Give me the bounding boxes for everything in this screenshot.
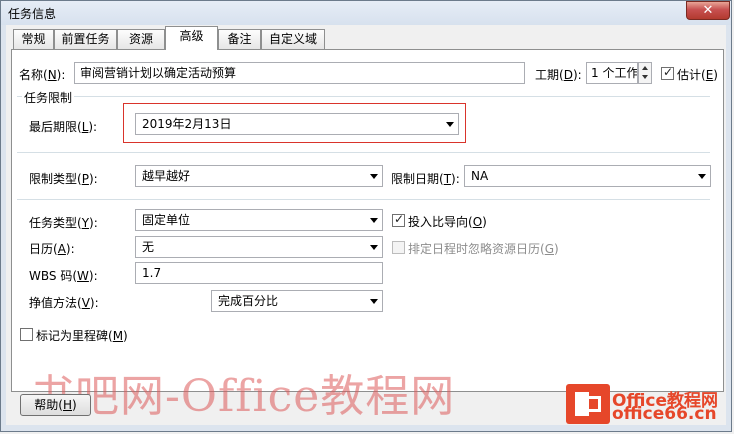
spin-down-icon[interactable]: [642, 75, 648, 79]
close-icon: ✕: [702, 3, 714, 18]
help-button[interactable]: 帮助(H): [20, 394, 91, 416]
task-type-select[interactable]: 固定单位: [135, 209, 383, 231]
tab-notes[interactable]: 备注: [218, 29, 261, 49]
spin-up-icon[interactable]: [642, 66, 648, 70]
ignore-resource-calendar-checkbox[interactable]: [392, 241, 405, 254]
calendar-select[interactable]: 无: [135, 236, 383, 258]
title-bar[interactable]: [1, 1, 731, 25]
watermark-text: 书吧网-Office教程网: [30, 371, 456, 422]
constraint-date-select[interactable]: NA: [464, 165, 711, 187]
milestone-checkbox[interactable]: [20, 328, 33, 341]
wbs-input[interactable]: 1.7: [135, 262, 383, 284]
window-title: 任务信息: [8, 7, 57, 21]
effort-driven-label: 投入比导向(O): [408, 215, 487, 229]
constraint-group-title: 任务限制: [22, 89, 75, 106]
logo-text-line2: office66.cn: [612, 404, 717, 424]
chevron-down-icon[interactable]: [370, 299, 378, 304]
tab-resources[interactable]: 资源: [117, 29, 165, 49]
effort-driven-checkbox[interactable]: [392, 212, 405, 227]
constraint-type-label: 限制类型(P):: [29, 172, 98, 186]
deadline-label: 最后期限(L):: [29, 120, 98, 134]
earned-value-select[interactable]: 完成百分比: [211, 290, 383, 312]
chevron-down-icon[interactable]: [370, 245, 378, 250]
constraint-date-label: 限制日期(T):: [391, 172, 460, 186]
tab-predecessors[interactable]: 前置任务: [54, 29, 117, 49]
separator: [17, 152, 710, 153]
milestone-label: 标记为里程碑(M): [36, 329, 128, 343]
name-label: 名称(N):: [19, 68, 66, 82]
chevron-down-icon[interactable]: [370, 174, 378, 179]
office-logo-icon: [566, 384, 610, 424]
calendar-label: 日历(A):: [29, 242, 75, 256]
estimated-label: 估计(E): [677, 68, 718, 82]
tab-advanced[interactable]: 高级: [165, 26, 218, 50]
duration-label: 工期(D):: [535, 68, 582, 82]
constraint-type-select[interactable]: 越早越好: [135, 165, 383, 187]
task-type-label: 任务类型(Y):: [29, 216, 98, 230]
estimated-checkbox[interactable]: [661, 65, 674, 80]
tab-custom-fields[interactable]: 自定义域: [261, 29, 325, 49]
ignore-resource-calendar-label: 排定日程时忽略资源日历(G): [408, 242, 559, 256]
duration-input[interactable]: 1 个工作日: [586, 62, 638, 84]
chevron-down-icon[interactable]: [446, 122, 454, 127]
close-button[interactable]: ✕: [686, 1, 730, 20]
separator: [17, 199, 710, 200]
tab-general[interactable]: 常规: [13, 29, 54, 49]
duration-spinner[interactable]: [638, 62, 652, 84]
chevron-down-icon[interactable]: [698, 174, 706, 179]
chevron-down-icon[interactable]: [370, 218, 378, 223]
wbs-label: WBS 码(W):: [29, 269, 98, 283]
group-separator: [17, 96, 710, 97]
deadline-picker[interactable]: 2019年2月13日: [135, 113, 459, 135]
earned-value-label: 挣值方法(V):: [29, 296, 99, 310]
name-input[interactable]: 审阅营销计划以确定活动预算: [74, 62, 525, 84]
